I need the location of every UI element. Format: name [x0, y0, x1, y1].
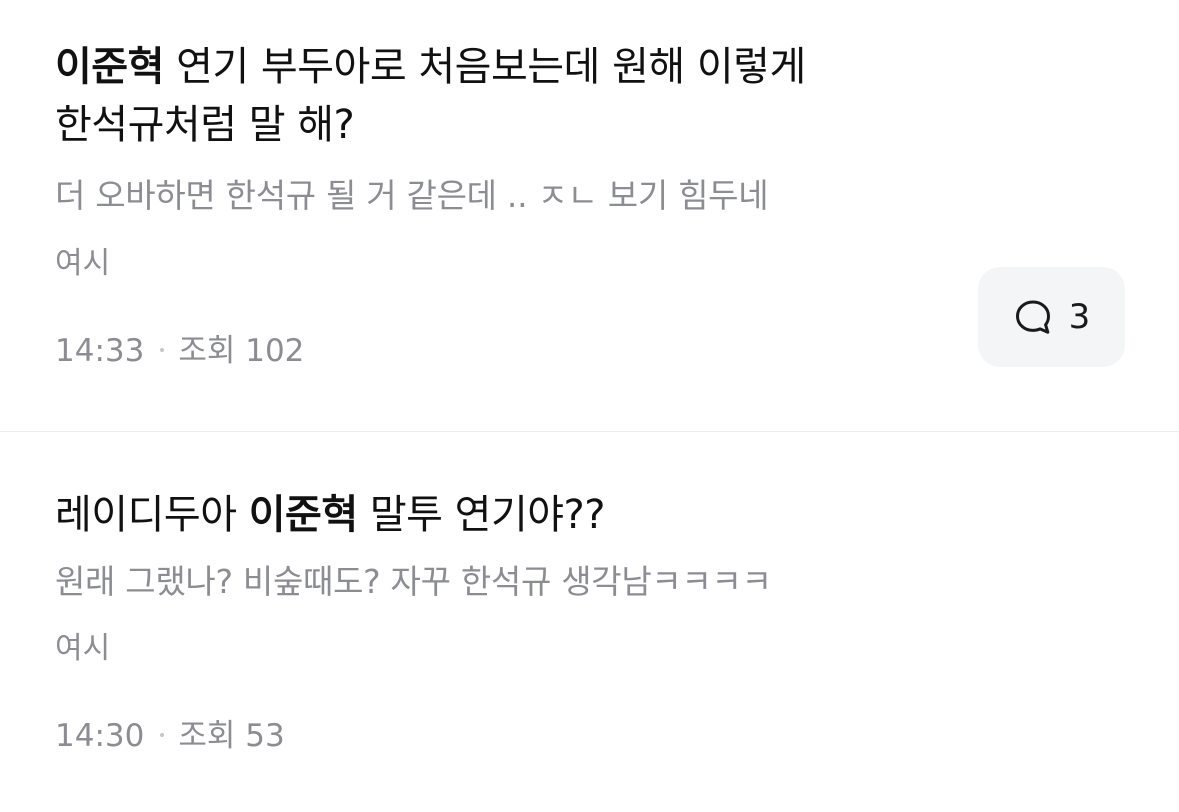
post-meta: 14:33 조회 102 [55, 332, 304, 370]
post-snippet: 더 오바하면 한석규 될 거 같은데 .. ㅈㄴ 보기 힘두네 [55, 176, 769, 215]
post-time: 14:33 [55, 333, 145, 369]
view-count: 조회 53 [178, 718, 285, 754]
title-text-line2: 한석규처럼 말 해? [55, 102, 355, 148]
post-meta: 14:30 조회 53 [55, 717, 285, 755]
title-text-suffix: 말투 연기야?? [357, 492, 606, 538]
post-item[interactable]: 이준혁 연기 부두아로 처음보는데 원해 이렇게한석규처럼 말 해? 더 오바하… [0, 0, 1179, 431]
post-time: 14:30 [55, 718, 145, 754]
board-name: 여시 [55, 631, 111, 666]
view-count: 조회 102 [178, 333, 305, 369]
title-keyword-highlight: 이준혁 [248, 492, 358, 538]
post-snippet: 원래 그랬나? 비숲때도? 자꾸 한석규 생각남ㅋㅋㅋㅋ [55, 562, 772, 601]
comment-count-button[interactable]: 3 [978, 267, 1125, 367]
title-text: 레이디두아 [55, 492, 249, 538]
title-text: 연기 부두아로 처음보는데 원해 이렇게 [163, 44, 806, 90]
post-title[interactable]: 이준혁 연기 부두아로 처음보는데 원해 이렇게한석규처럼 말 해? [55, 38, 806, 154]
comment-count: 3 [1068, 297, 1091, 337]
separator-dot [160, 347, 165, 352]
speech-bubble-icon [1013, 297, 1053, 337]
board-name: 여시 [55, 246, 111, 281]
post-title[interactable]: 레이디두아 이준혁 말투 연기야?? [55, 486, 606, 544]
post-item[interactable]: 레이디두아 이준혁 말투 연기야?? 원래 그랬나? 비숲때도? 자꾸 한석규 … [0, 432, 1179, 812]
separator-dot [160, 732, 165, 737]
title-keyword-highlight: 이준혁 [55, 44, 164, 90]
